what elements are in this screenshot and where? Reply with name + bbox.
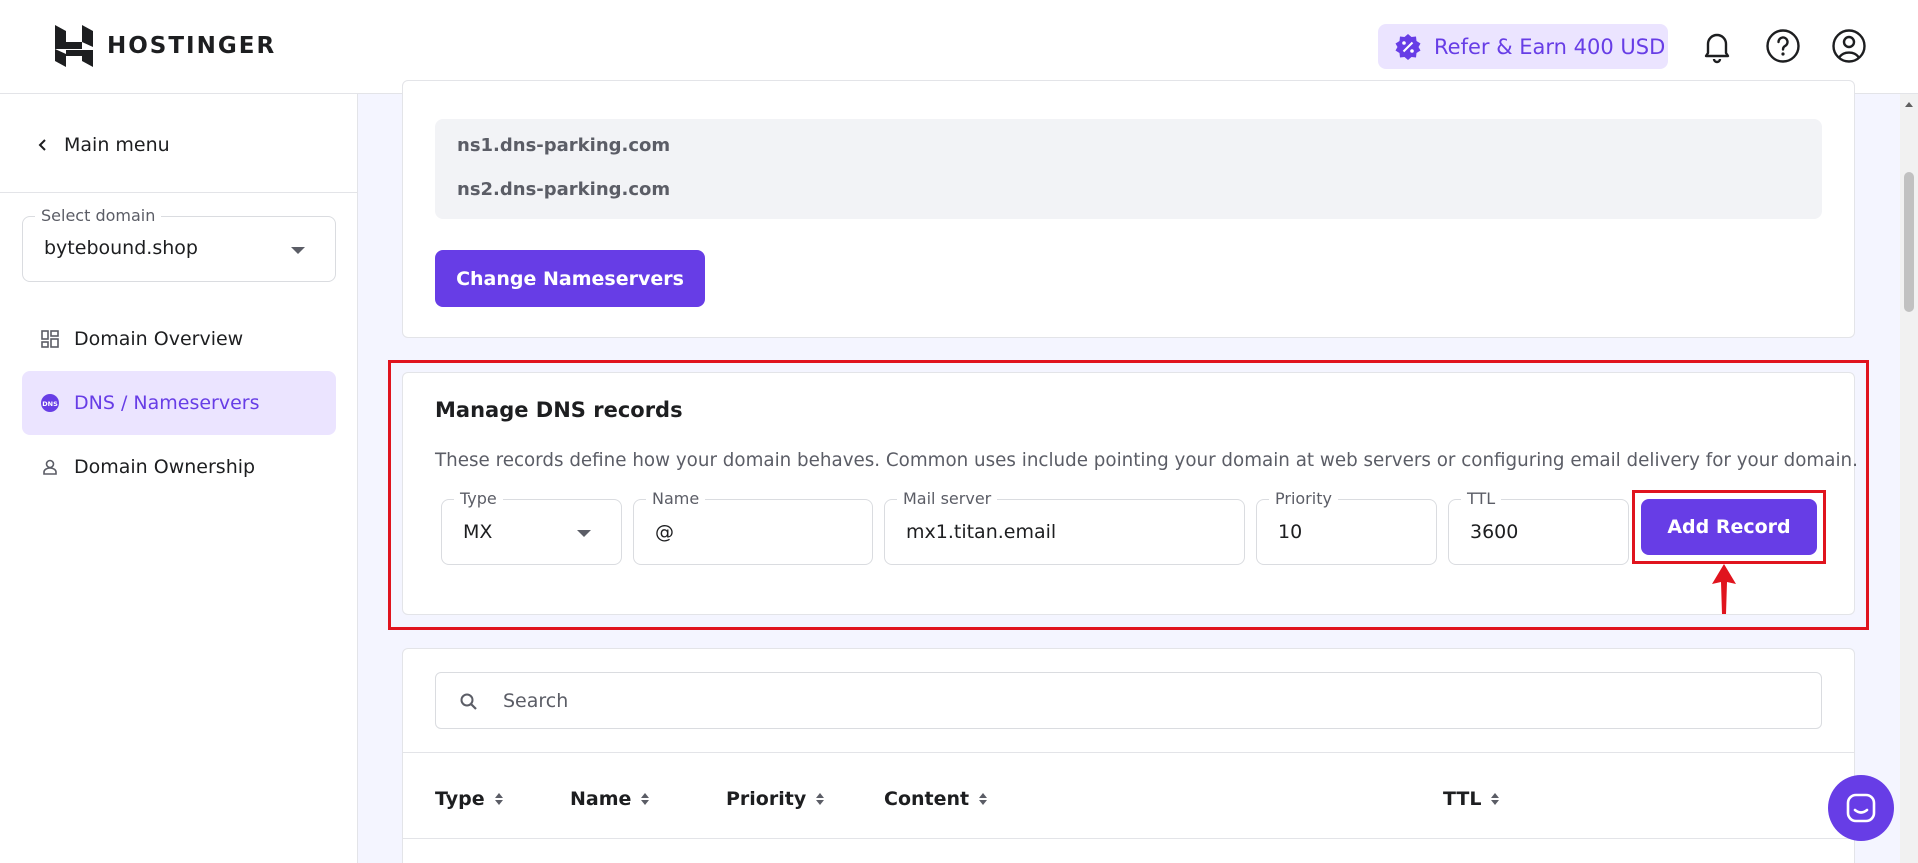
sidebar: Main menu Select domain bytebound.shop D… xyxy=(0,94,358,863)
sidebar-item-label: Domain Overview xyxy=(74,328,244,350)
search-icon xyxy=(460,693,477,710)
nameserver-list: ns1.dns-parking.com ns2.dns-parking.com xyxy=(435,119,1822,219)
bell-icon[interactable] xyxy=(1697,26,1737,66)
discount-badge-icon xyxy=(1395,33,1421,60)
domain-select[interactable]: Select domain bytebound.shop xyxy=(22,206,336,282)
sidebar-item-domain-ownership[interactable]: Domain Ownership xyxy=(22,435,336,499)
sidebar-item-dns-nameservers[interactable]: DNS DNS / Nameservers xyxy=(22,371,336,435)
refer-earn-button[interactable]: Refer & Earn 400 USD xyxy=(1378,24,1668,69)
column-header-label: Priority xyxy=(726,788,807,810)
sort-icon xyxy=(816,793,825,805)
red-arrow-annotation xyxy=(1712,564,1736,614)
column-header-label: TTL xyxy=(1443,788,1482,810)
page-scrollbar[interactable] xyxy=(1900,94,1918,863)
chevron-left-icon xyxy=(38,139,46,151)
grid-icon xyxy=(41,330,59,348)
change-nameservers-button[interactable]: Change Nameservers xyxy=(435,250,705,307)
hostinger-logo[interactable]: HOSTINGER xyxy=(55,25,276,67)
column-header-type[interactable]: Type xyxy=(435,788,503,810)
sidebar-item-label: DNS / Nameservers xyxy=(74,392,260,414)
caret-down-icon xyxy=(291,247,305,254)
search-input[interactable]: Search xyxy=(435,672,1822,729)
scroll-up-arrow-icon[interactable] xyxy=(1905,102,1913,107)
highlight-box-add-record xyxy=(1632,490,1826,564)
column-header-name[interactable]: Name xyxy=(570,788,650,810)
column-header-ttl[interactable]: TTL xyxy=(1443,788,1500,810)
column-header-label: Type xyxy=(435,788,485,810)
sort-icon xyxy=(494,793,503,805)
column-header-label: Name xyxy=(570,788,632,810)
column-header-content[interactable]: Content xyxy=(884,788,988,810)
table-divider xyxy=(402,838,1855,839)
table-divider xyxy=(402,752,1855,753)
svg-text:DNS: DNS xyxy=(42,400,58,408)
chat-icon xyxy=(1846,793,1876,823)
domain-select-value: bytebound.shop xyxy=(44,237,198,259)
nameserver-2: ns2.dns-parking.com xyxy=(457,179,671,200)
hostinger-logo-icon xyxy=(55,25,93,67)
logo-text: HOSTINGER xyxy=(107,33,277,59)
person-icon xyxy=(43,459,57,475)
account-icon[interactable] xyxy=(1829,26,1869,66)
main-menu-link[interactable]: Main menu xyxy=(36,134,170,156)
domain-select-legend: Select domain xyxy=(35,206,162,225)
column-header-label: Content xyxy=(884,788,970,810)
sidebar-item-label: Domain Ownership xyxy=(74,456,256,478)
sidebar-divider xyxy=(0,192,358,193)
refer-earn-label: Refer & Earn 400 USD xyxy=(1434,34,1666,59)
sort-icon xyxy=(979,793,988,805)
scrollbar-thumb[interactable] xyxy=(1904,172,1914,312)
sort-icon xyxy=(641,793,650,805)
sidebar-item-domain-overview[interactable]: Domain Overview xyxy=(22,307,336,371)
main-menu-label: Main menu xyxy=(64,134,170,156)
sort-icon xyxy=(1491,793,1500,805)
nameserver-1: ns1.dns-parking.com xyxy=(457,135,671,156)
dns-icon: DNS xyxy=(41,394,59,412)
search-placeholder: Search xyxy=(503,690,569,712)
column-header-priority[interactable]: Priority xyxy=(726,788,825,810)
help-icon[interactable] xyxy=(1763,26,1803,66)
chat-widget-button[interactable] xyxy=(1828,775,1894,841)
